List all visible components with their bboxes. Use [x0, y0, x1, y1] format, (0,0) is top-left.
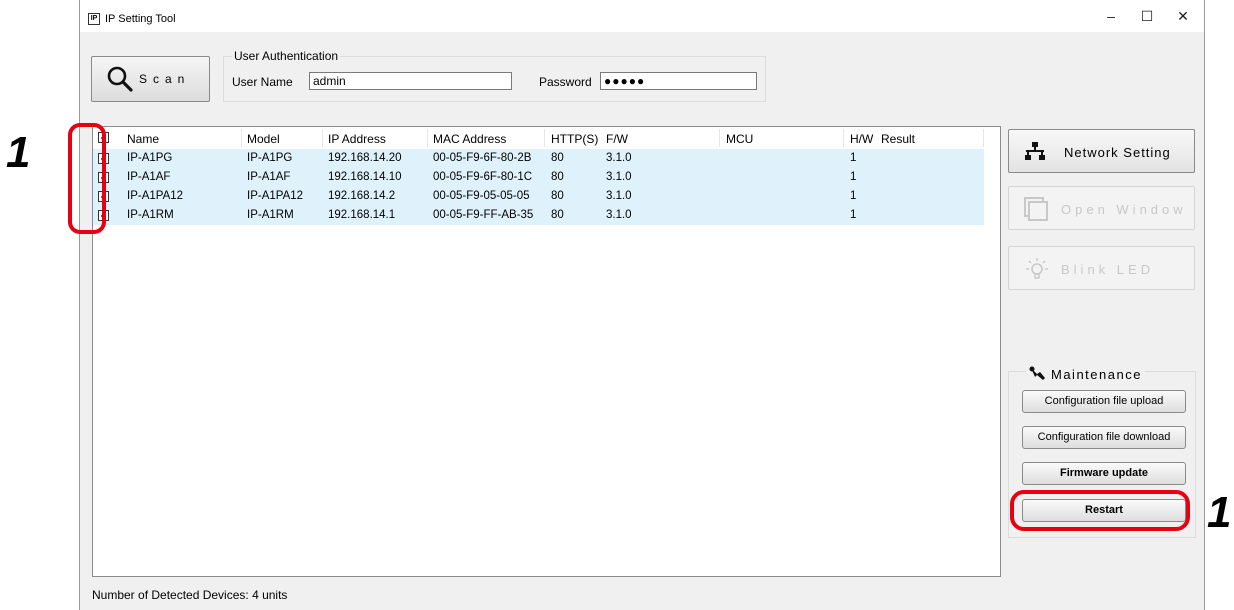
- cell-ip-address: 192.168.14.1: [328, 209, 396, 221]
- username-field[interactable]: admin: [309, 72, 512, 90]
- column-divider: [427, 129, 428, 147]
- password-label: Password: [539, 75, 592, 89]
- bulb-icon: [1024, 257, 1050, 286]
- cell-name: IP-A1RM: [127, 209, 174, 221]
- window-icon: [1024, 197, 1048, 224]
- cell-https: 80: [551, 152, 564, 164]
- cell-hardware: 1: [850, 171, 857, 183]
- maintenance-header: Maintenance: [1026, 366, 1145, 385]
- column-header-hardware[interactable]: H/W: [850, 132, 873, 146]
- cell-mac-address: 00-05-F9-FF-AB-35: [433, 209, 534, 221]
- window-title: IP Setting Tool: [105, 13, 176, 25]
- cell-model: IP-A1PA12: [247, 190, 304, 202]
- column-header-https[interactable]: HTTP(S): [551, 132, 598, 146]
- cell-name: IP-A1PA12: [127, 190, 184, 202]
- table-row[interactable]: ✓ IP-A1PA12 IP-A1PA12 192.168.14.2 00-05…: [93, 187, 984, 206]
- table-row[interactable]: ✓ IP-A1PG IP-A1PG 192.168.14.20 00-05-F9…: [93, 149, 984, 168]
- cell-model: IP-A1RM: [247, 209, 294, 221]
- cell-firmware: 3.1.0: [606, 152, 632, 164]
- column-header-result[interactable]: Result: [881, 132, 915, 146]
- cell-ip-address: 192.168.14.10: [328, 171, 402, 183]
- magnifier-icon: [106, 65, 134, 96]
- cell-hardware: 1: [850, 209, 857, 221]
- cell-name: IP-A1PG: [127, 152, 173, 164]
- cell-https: 80: [551, 209, 564, 221]
- title-bar: IP IP Setting Tool – ☐ ✕: [80, 0, 1204, 32]
- column-divider: [719, 129, 720, 147]
- network-icon: [1024, 140, 1046, 165]
- column-header-name[interactable]: Name: [127, 132, 159, 146]
- column-header-ip-address[interactable]: IP Address: [328, 132, 386, 146]
- network-setting-label: Network Setting: [1064, 145, 1171, 160]
- app-window: IP IP Setting Tool – ☐ ✕ Scan User Authe…: [68, 0, 1205, 610]
- callout-number-right: 1: [1207, 488, 1232, 537]
- user-authentication-label: User Authentication: [232, 49, 341, 63]
- maximize-button[interactable]: ☐: [1132, 6, 1162, 26]
- cell-ip-address: 192.168.14.2: [328, 190, 396, 202]
- callout-number-left: 1: [6, 128, 31, 177]
- cell-name: IP-A1AF: [127, 171, 171, 183]
- cell-firmware: 3.1.0: [606, 209, 632, 221]
- column-divider: [241, 129, 242, 147]
- open-window-button[interactable]: Open Window: [1008, 186, 1195, 230]
- app-logo-icon: IP: [88, 13, 100, 25]
- cell-mac-address: 00-05-F9-05-05-05: [433, 190, 530, 202]
- cell-ip-address: 192.168.14.20: [328, 152, 402, 164]
- open-window-label: Open Window: [1061, 202, 1187, 217]
- password-field[interactable]: ●●●●●: [600, 72, 757, 90]
- cell-firmware: 3.1.0: [606, 171, 632, 183]
- maintenance-label: Maintenance: [1051, 367, 1142, 382]
- cell-mac-address: 00-05-F9-6F-80-1C: [433, 171, 533, 183]
- column-divider: [322, 129, 323, 147]
- cell-https: 80: [551, 190, 564, 202]
- column-divider: [983, 129, 984, 147]
- checkbox-column-highlight: [68, 123, 106, 234]
- cell-https: 80: [551, 171, 564, 183]
- cell-model: IP-A1PG: [247, 152, 293, 164]
- table-header: ✓ Name Model IP Address MAC Address HTTP…: [93, 127, 984, 149]
- cell-hardware: 1: [850, 190, 857, 202]
- cell-model: IP-A1AF: [247, 171, 291, 183]
- wrench-icon: [1029, 366, 1047, 385]
- username-label: User Name: [232, 75, 293, 89]
- table-row[interactable]: ✓ IP-A1AF IP-A1AF 192.168.14.10 00-05-F9…: [93, 168, 984, 187]
- cell-hardware: 1: [850, 152, 857, 164]
- configuration-download-button[interactable]: Configuration file download: [1022, 426, 1186, 449]
- column-divider: [544, 129, 545, 147]
- column-header-firmware[interactable]: F/W: [606, 132, 628, 146]
- restart-highlight: [1010, 490, 1190, 531]
- scan-button[interactable]: Scan: [91, 56, 210, 102]
- column-header-mcu[interactable]: MCU: [726, 132, 753, 146]
- column-header-mac-address[interactable]: MAC Address: [433, 132, 506, 146]
- firmware-update-button[interactable]: Firmware update: [1022, 462, 1186, 485]
- close-button[interactable]: ✕: [1168, 6, 1198, 26]
- scan-label: Scan: [139, 72, 191, 86]
- network-setting-button[interactable]: Network Setting: [1008, 129, 1195, 173]
- status-detected-devices: Number of Detected Devices: 4 units: [92, 588, 288, 602]
- blink-led-button[interactable]: Blink LED: [1008, 246, 1195, 290]
- column-divider: [843, 129, 844, 147]
- configuration-upload-button[interactable]: Configuration file upload: [1022, 390, 1186, 413]
- device-table: ✓ Name Model IP Address MAC Address HTTP…: [92, 126, 1001, 577]
- table-row[interactable]: ✓ IP-A1RM IP-A1RM 192.168.14.1 00-05-F9-…: [93, 206, 984, 225]
- cell-firmware: 3.1.0: [606, 190, 632, 202]
- minimize-button[interactable]: –: [1096, 6, 1126, 26]
- blink-led-label: Blink LED: [1061, 262, 1155, 277]
- column-header-model[interactable]: Model: [247, 132, 280, 146]
- cell-mac-address: 00-05-F9-6F-80-2B: [433, 152, 532, 164]
